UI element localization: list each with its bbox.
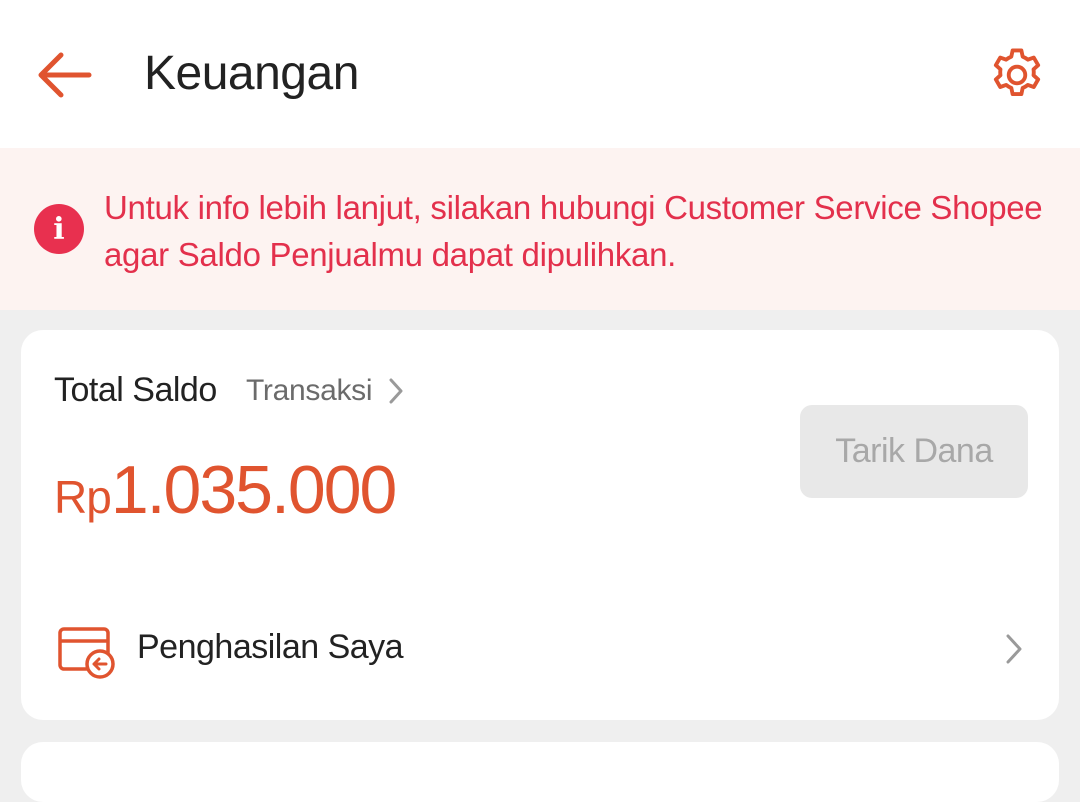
my-income-row[interactable]: Penghasilan Saya [21,600,1059,694]
withdraw-button[interactable]: Tarik Dana [800,405,1028,498]
settings-button[interactable] [984,42,1050,108]
balance-value: 1.035.000 [110,452,398,528]
page-title: Keuangan [144,47,359,100]
chevron-right-icon [1006,634,1022,664]
info-icon-glyph: i [53,211,65,247]
my-income-label: Penghasilan Saya [137,628,404,666]
transactions-link[interactable]: Transaksi [246,370,410,412]
next-card [21,742,1059,802]
info-icon: i [34,204,84,254]
arrow-left-icon [38,52,92,98]
currency-label: Rp [54,471,112,523]
back-button[interactable] [30,46,96,104]
total-balance-label: Total Saldo [54,371,217,409]
transactions-link-label: Transaksi [246,374,373,407]
gear-icon [993,48,1041,97]
balance-amount: Rp1.035.000 [54,448,398,532]
chevron-right-icon [389,378,403,404]
app-header: Keuangan [0,0,1080,148]
income-wallet-icon [58,627,115,679]
notice-text: Untuk info lebih lanjut, silakan hubungi… [104,189,1043,273]
